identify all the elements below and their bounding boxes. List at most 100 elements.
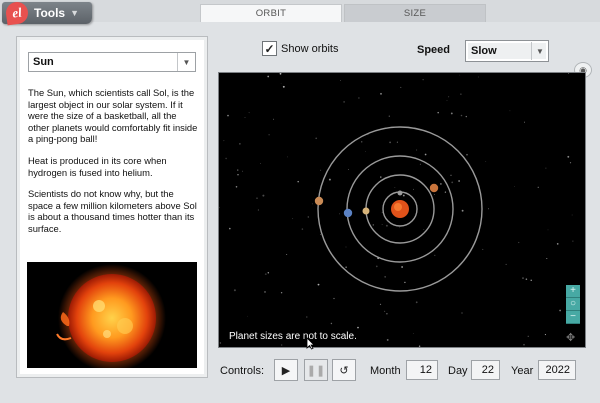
star [424, 153, 427, 156]
star [544, 334, 546, 336]
day-field[interactable]: 22 [471, 360, 500, 380]
star [482, 248, 484, 250]
star [416, 149, 418, 151]
pause-button[interactable]: ❚❚ [304, 359, 328, 381]
description-paragraph: Scientists do not know why, but the spac… [28, 188, 197, 234]
star [461, 312, 463, 314]
star [389, 141, 391, 144]
star [345, 246, 347, 248]
planet-venus[interactable] [362, 207, 370, 215]
planet-select-value: Sun [33, 56, 54, 68]
star [247, 315, 248, 317]
year-field[interactable]: 2022 [538, 360, 576, 380]
move-icon[interactable]: ✥ [566, 331, 575, 344]
star [444, 191, 447, 193]
show-orbits-label: Show orbits [281, 42, 339, 55]
gizmo-window: el Tools ▼ ORBIT SIZE Sun ▼ The Sun, whi… [0, 0, 600, 403]
star [394, 187, 396, 188]
top-bar: el Tools ▼ ORBIT SIZE [0, 0, 600, 26]
star [328, 178, 331, 181]
star [281, 344, 283, 346]
play-button[interactable]: ▶ [274, 359, 298, 381]
star [380, 92, 382, 95]
planet-mercury[interactable] [397, 190, 403, 196]
star [537, 186, 539, 188]
star [264, 290, 266, 293]
orbit-canvas [219, 73, 576, 347]
planet-mars[interactable] [429, 183, 439, 193]
planet-jupiter[interactable] [314, 196, 324, 206]
star [375, 265, 378, 268]
star [273, 118, 275, 120]
show-orbits-checkbox[interactable]: ✓ [262, 41, 277, 56]
star [415, 301, 418, 304]
star [267, 272, 270, 274]
solar-system-view[interactable]: Planet sizes are not to scale. + ○ − ✥ [218, 72, 586, 348]
zoom-in-button[interactable]: + [566, 285, 580, 298]
star [530, 279, 532, 281]
star [418, 345, 421, 347]
star [569, 162, 572, 164]
star [257, 209, 259, 211]
star [343, 101, 345, 103]
speed-select-value: Slow [471, 45, 497, 57]
star [440, 183, 442, 185]
star [488, 208, 489, 210]
star [461, 209, 464, 212]
star [514, 186, 515, 188]
star [518, 241, 520, 244]
planet-earth[interactable] [343, 208, 353, 218]
tab-orbit[interactable]: ORBIT [200, 4, 342, 22]
star [523, 343, 525, 346]
star [244, 117, 246, 118]
star [434, 194, 435, 196]
star [262, 194, 265, 197]
star [280, 292, 283, 294]
star [385, 224, 388, 227]
tab-size[interactable]: SIZE [344, 4, 486, 22]
speed-select[interactable]: Slow ▼ [465, 40, 549, 62]
star [320, 169, 322, 171]
show-orbits-toggle[interactable]: ✓ Show orbits [262, 41, 338, 56]
info-panel: Sun ▼ The Sun, which scientists call Sol… [16, 36, 208, 378]
star [477, 76, 479, 78]
star [404, 281, 406, 284]
star [572, 240, 574, 242]
star [279, 73, 282, 75]
tools-menu-button[interactable]: el Tools ▼ [2, 0, 92, 26]
star [239, 143, 241, 145]
month-field[interactable]: 12 [406, 360, 438, 380]
star [345, 266, 347, 268]
star [460, 114, 463, 117]
star [317, 283, 320, 286]
star [422, 79, 424, 81]
speed-label: Speed [417, 44, 451, 56]
star [286, 254, 288, 255]
star [260, 163, 261, 164]
star [459, 74, 461, 76]
zoom-reset-button[interactable]: ○ [566, 298, 580, 311]
star [379, 303, 382, 306]
star [267, 75, 270, 78]
zoom-out-button[interactable]: − [566, 311, 580, 324]
star [450, 112, 453, 115]
star [419, 163, 421, 165]
star [450, 174, 452, 176]
star [315, 137, 318, 140]
star [380, 176, 382, 178]
reset-button[interactable]: ↺ [332, 359, 356, 381]
star [401, 266, 403, 268]
star [522, 277, 524, 279]
year-label: Year [511, 365, 534, 377]
star [509, 110, 511, 112]
star [465, 115, 467, 118]
star [235, 186, 238, 188]
planet-select[interactable]: Sun ▼ [28, 52, 196, 72]
star [399, 227, 400, 229]
star [229, 227, 231, 230]
star [523, 121, 526, 123]
sun-photo [27, 262, 197, 368]
star [485, 160, 487, 162]
star [358, 97, 360, 99]
star [372, 224, 375, 226]
